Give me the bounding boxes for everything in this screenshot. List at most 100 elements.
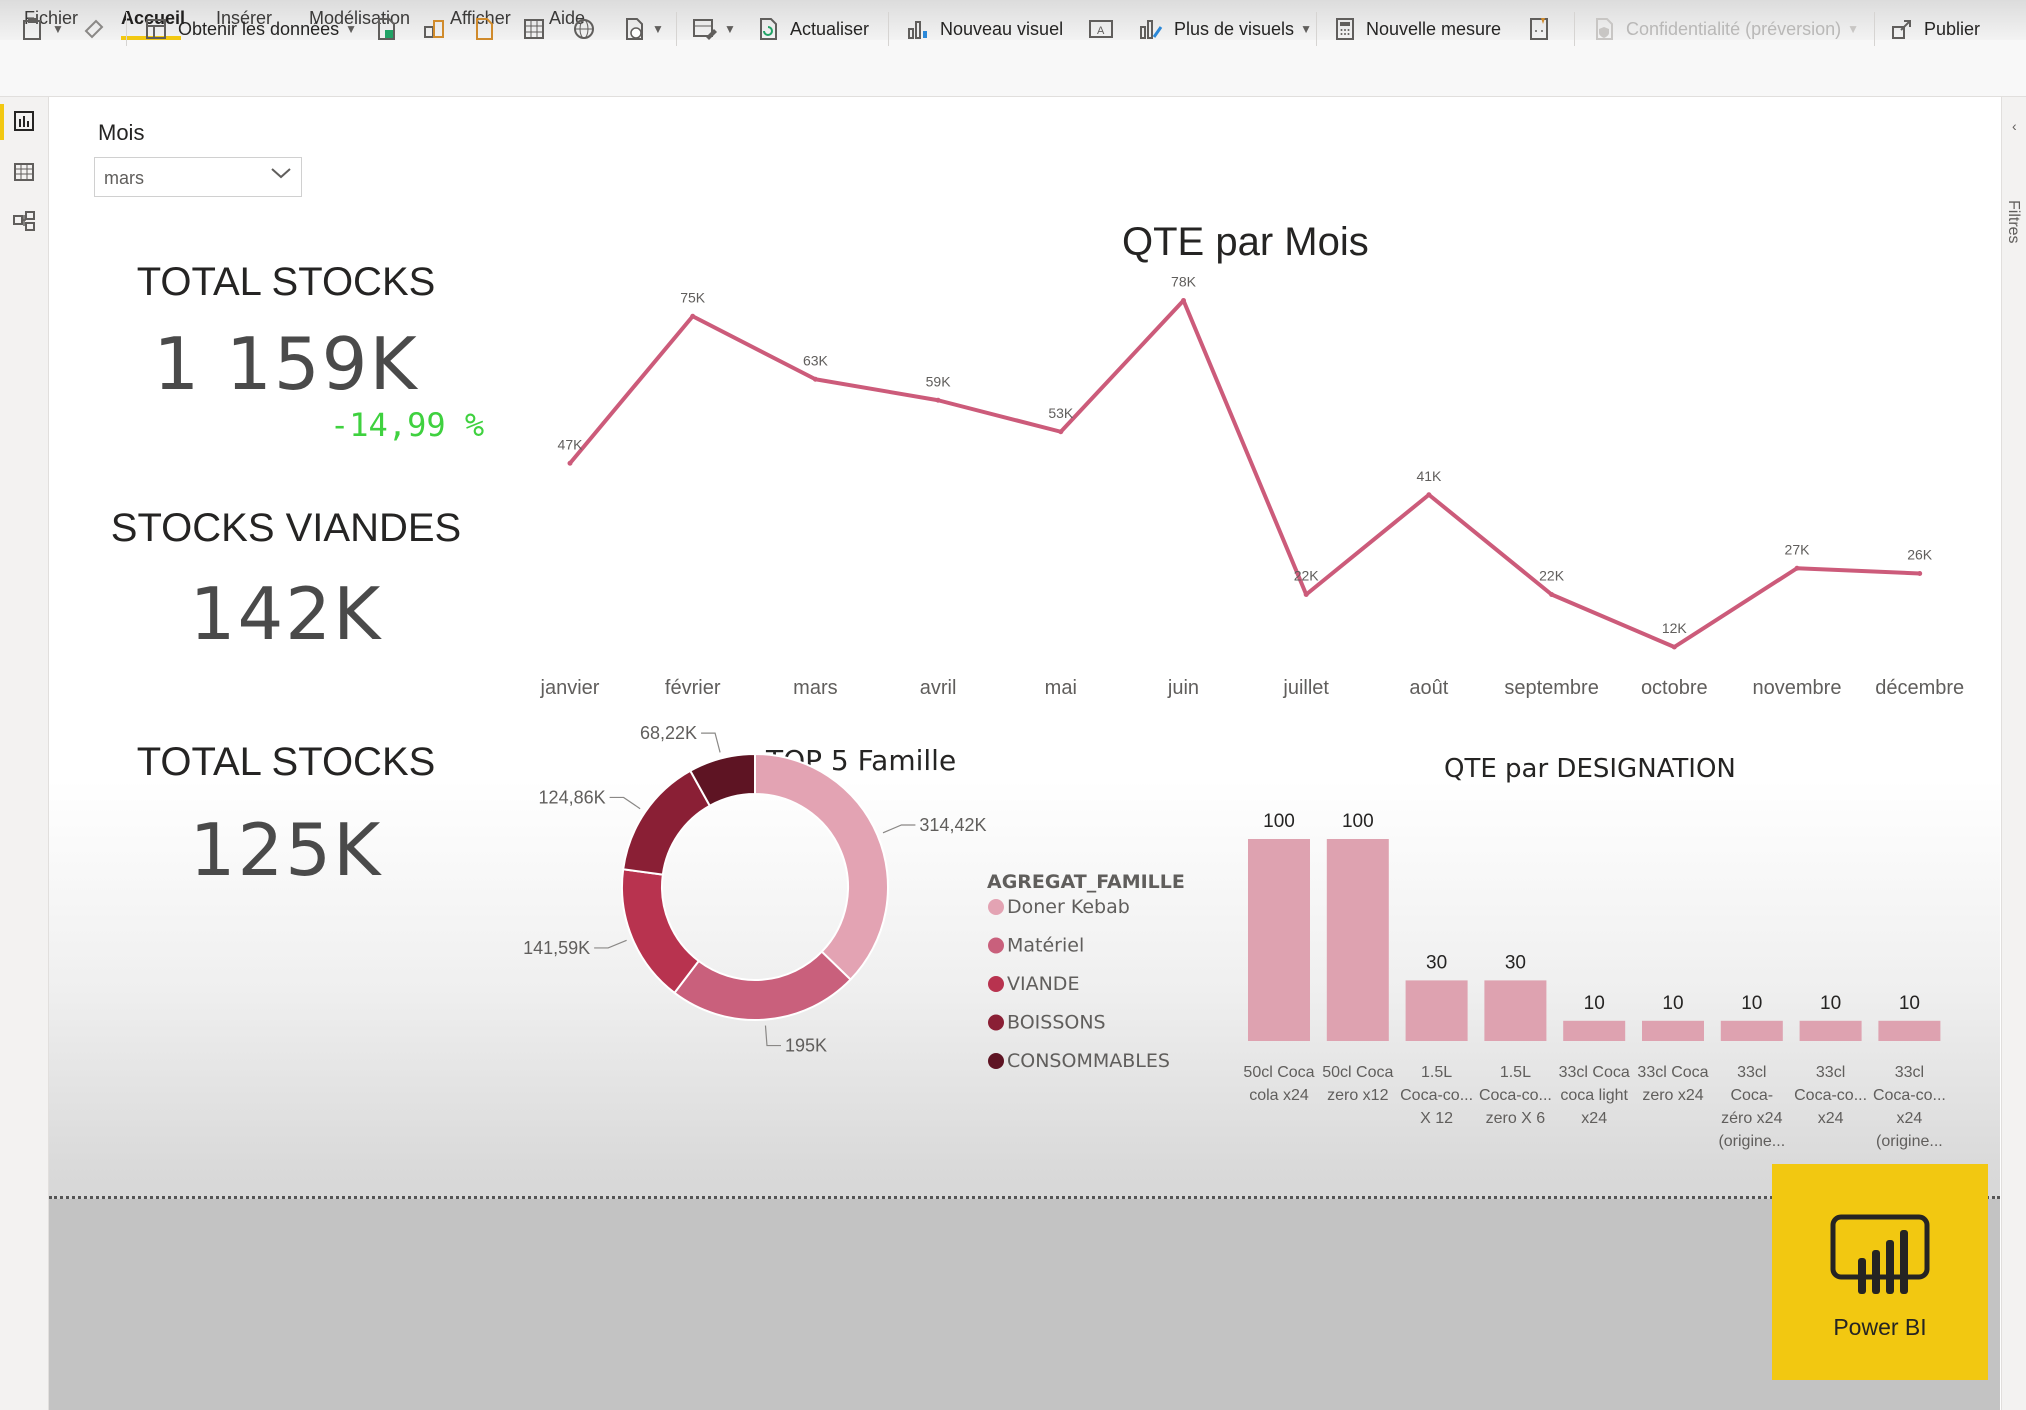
line-data-label: 22K (1294, 568, 1320, 584)
bar-data-label: 10 (1584, 993, 1605, 1014)
bar-data-label: 10 (1741, 993, 1762, 1014)
donut-leader-line (701, 732, 721, 753)
donut-leader-line (609, 796, 641, 810)
x-tick-label: mai (1045, 677, 1077, 699)
line-point (1549, 592, 1555, 597)
donut-data-label: 314,42K (919, 815, 986, 835)
x-tick-label: février (665, 677, 721, 699)
bar-data-label: 100 (1342, 811, 1374, 832)
donut-leader-line (594, 939, 627, 949)
legend-title: AGREGAT_FAMILLE (987, 871, 1185, 893)
bar-data-label: 10 (1820, 993, 1841, 1014)
donut-slice (754, 752, 889, 981)
bar-category-label: 33cl (1895, 1064, 1924, 1081)
x-tick-label: août (1409, 677, 1448, 699)
line-point (1058, 429, 1064, 435)
donut-leader-line (764, 1025, 781, 1047)
designation-bar (1326, 839, 1389, 1041)
bar-category-label: 1.5L (1421, 1064, 1452, 1081)
line-point (1794, 565, 1800, 571)
designation-bar (1405, 980, 1468, 1041)
donut-slice (622, 769, 712, 876)
bar-data-label: 10 (1662, 993, 1683, 1014)
power-bi-logo-text: Power BI (1833, 1314, 1927, 1340)
legend-item: Matériel (1007, 935, 1084, 957)
legend-marker (988, 976, 1004, 992)
designation-bar (1248, 839, 1310, 1041)
bar-category-label: x24 (1897, 1110, 1923, 1127)
line-data-label: 59K (926, 373, 952, 389)
bar-category-label: Coca-co... (1479, 1087, 1552, 1104)
designation-bar (1720, 1020, 1783, 1041)
legend-marker (988, 937, 1004, 954)
line-point (567, 460, 573, 466)
bar-category-label: x24 (1581, 1110, 1607, 1127)
designation-bar (1799, 1020, 1862, 1041)
bar-category-label: Coca-co... (1873, 1087, 1946, 1104)
legend-marker (988, 899, 1004, 915)
bar-category-label: Coca-co... (1794, 1087, 1867, 1104)
power-bi-icon (1830, 1214, 1930, 1294)
bar-category-label: 1.5L (1500, 1064, 1531, 1081)
line-point (1671, 644, 1677, 650)
bar-category-label: 33cl Coca (1637, 1064, 1708, 1081)
bar-category-label: coca light (1560, 1087, 1628, 1104)
line-point (1426, 492, 1432, 498)
line-point (1917, 571, 1923, 576)
donut-slice (673, 950, 852, 1021)
donut-data-label: 141,59K (523, 938, 590, 958)
donut-data-label: 124,86K (539, 787, 606, 807)
x-tick-label: octobre (1641, 677, 1708, 699)
bar-category-label: 33cl (1816, 1064, 1845, 1081)
bar-category-label: zéro x24 (1721, 1110, 1782, 1127)
x-tick-label: novembre (1753, 677, 1842, 699)
designation-bar (1563, 1020, 1626, 1041)
bar-category-label: (origine... (1718, 1133, 1785, 1150)
x-tick-label: septembre (1504, 677, 1599, 699)
line-point (1303, 592, 1309, 597)
legend-item: VIANDE (1007, 973, 1079, 995)
bar-category-label: Coca- (1730, 1087, 1773, 1104)
line-data-label: 27K (1785, 541, 1811, 557)
bar-category-label: 33cl (1737, 1064, 1766, 1081)
donut-leader-line (882, 824, 916, 834)
bar-data-label: 30 (1505, 952, 1526, 973)
legend-item: Doner Kebab (1007, 896, 1130, 918)
power-bi-logo (1772, 1164, 1988, 1380)
legend-item: CONSOMMABLES (1007, 1050, 1170, 1072)
line-data-label: 75K (680, 289, 706, 305)
bar-category-label: zero x24 (1642, 1087, 1703, 1104)
line-data-label: 78K (1171, 274, 1197, 290)
line-data-label: 26K (1907, 547, 1933, 563)
line-point (812, 376, 818, 382)
bar-data-label: 30 (1426, 952, 1447, 973)
legend-marker (988, 1053, 1004, 1069)
designation-bar (1878, 1020, 1941, 1041)
legend-marker (988, 1014, 1004, 1031)
line-point (690, 313, 696, 319)
bar-category-label: Coca-co... (1400, 1087, 1473, 1104)
bar-data-label: 10 (1899, 993, 1920, 1014)
line-data-label: 63K (803, 352, 829, 368)
bar-category-label: 33cl Coca (1559, 1064, 1630, 1081)
bar-category-label: zero X 6 (1486, 1110, 1546, 1127)
line-point (1181, 298, 1186, 303)
line-data-label: 47K (558, 436, 584, 452)
donut-data-label: 68,22K (640, 723, 697, 743)
designation-bar (1484, 980, 1547, 1041)
bar-category-label: (origine... (1876, 1133, 1943, 1150)
bar-category-label: 50cl Coca (1322, 1064, 1393, 1081)
line-data-label: 22K (1539, 568, 1565, 584)
donut-slice (621, 868, 701, 995)
line-data-label: 41K (1416, 468, 1442, 484)
charts-layer: 47K janvier 75K février 63K mars 59K avril 53K ma… (523, 274, 1964, 1151)
x-tick-label: juin (1167, 677, 1199, 699)
bar-category-label: cola x24 (1249, 1087, 1309, 1104)
bar-category-label: X 12 (1420, 1110, 1453, 1127)
x-tick-label: janvier (540, 677, 600, 699)
line-data-label: 53K (1048, 405, 1074, 421)
line-point (935, 397, 941, 403)
designation-bar (1642, 1020, 1704, 1041)
bar-category-label: zero x12 (1327, 1087, 1388, 1104)
x-tick-label: avril (920, 677, 957, 699)
